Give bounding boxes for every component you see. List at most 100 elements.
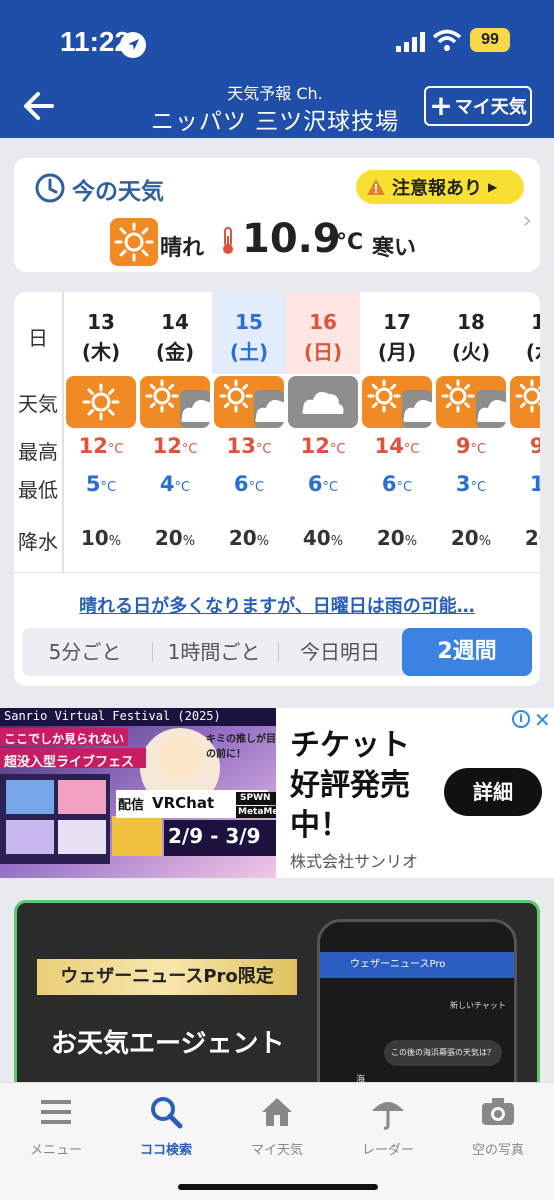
forecast-rain: 10% bbox=[64, 526, 138, 550]
current-weather-card[interactable]: 今の天気 注意報あり ▶ › 晴れ 10.9 °C 寒い bbox=[14, 158, 540, 272]
tab-radar[interactable]: レーダー bbox=[338, 1093, 438, 1163]
forecast-day-column[interactable]: 15 (土) 13°C 6°C 20% bbox=[212, 292, 286, 572]
forecast-rain-value: 20 bbox=[228, 526, 257, 550]
divider bbox=[152, 642, 153, 662]
forecast-high-value: 12 bbox=[78, 434, 108, 458]
forecast-high: 9°C bbox=[434, 434, 508, 458]
forecast-high: 12°C bbox=[286, 434, 360, 458]
forecast-low-value: 6 bbox=[381, 472, 397, 496]
forecast-high-value: 12 bbox=[152, 434, 182, 458]
tab-sky-photos[interactable]: 空の写真 bbox=[448, 1093, 548, 1163]
forecast-date: 18 bbox=[457, 310, 485, 334]
wifi-icon bbox=[432, 29, 462, 51]
tab-search[interactable]: ココ検索 bbox=[116, 1093, 216, 1163]
forecast-low: 6°C bbox=[286, 472, 360, 496]
ad-banner-dates: 2/9 - 3/9 bbox=[168, 824, 261, 848]
unit-label: % bbox=[330, 534, 344, 549]
sun-cloud-icon bbox=[214, 376, 284, 428]
unit-label: °C bbox=[100, 480, 117, 495]
ad-banner-delivery: 配信 bbox=[118, 798, 145, 813]
unit-label: % bbox=[182, 534, 196, 549]
tab-my-weather[interactable]: マイ天気 bbox=[227, 1093, 327, 1163]
forecast-low: 6°C bbox=[212, 472, 286, 496]
current-condition: 晴れ bbox=[160, 236, 205, 261]
forecast-rain-value: 20 bbox=[450, 526, 479, 550]
divider bbox=[14, 572, 540, 573]
forecast-rain-value: 20 bbox=[154, 526, 183, 550]
forecast-row-labels: 日 天気 最高 最低 降水 bbox=[14, 292, 62, 572]
alert-badge[interactable]: 注意報あり ▶ bbox=[356, 170, 524, 204]
ad-close-icon[interactable]: ✕ bbox=[534, 708, 551, 732]
add-my-weather-button[interactable]: + マイ天気 bbox=[424, 86, 532, 126]
forecast-low: 1°C bbox=[508, 472, 540, 496]
sun-cloud-icon bbox=[436, 376, 506, 428]
tab-two-weeks[interactable]: 2週間 bbox=[402, 628, 532, 676]
tab-5min[interactable]: 5分ごと bbox=[22, 628, 148, 676]
tab-menu[interactable]: メニュー bbox=[6, 1093, 106, 1163]
ad-image[interactable]: Sanrio Virtual Festival (2025) ここでしか見られな… bbox=[0, 708, 276, 878]
forecast-summary-link[interactable]: 晴れる日が多くなりますが、日曜日は雨の可能… bbox=[14, 592, 540, 618]
unit-label: °C bbox=[107, 442, 124, 457]
unit-label: % bbox=[478, 534, 492, 549]
feel-description: 寒い bbox=[372, 236, 417, 261]
ad-banner-line1: ここでしか見られない bbox=[4, 732, 125, 746]
forecast-day-column[interactable]: 17 (月) 14°C 6°C 20% bbox=[360, 292, 434, 572]
forecast-day-column[interactable]: 19 (水) 9°C 1°C 20% bbox=[508, 292, 540, 572]
ad-banner-side: キミの推しが目の前に！ bbox=[206, 734, 276, 760]
forecast-high: 9°C bbox=[508, 434, 540, 458]
forecast-rain: 40% bbox=[286, 526, 360, 550]
ad-banner-spwn: SPWN bbox=[240, 793, 271, 803]
sun-cloud-icon bbox=[510, 376, 540, 428]
forecast-day-header: 16 (日) bbox=[286, 292, 360, 374]
app-header: 11:22 99 天気予報 Ch. ニッパツ 三ツ沢球技場 + マイ天気 bbox=[0, 0, 554, 138]
forecast-day-header: 15 (土) bbox=[212, 292, 286, 374]
clock-icon bbox=[35, 173, 65, 203]
umbrella-icon bbox=[372, 1102, 404, 1130]
my-weather-label: マイ天気 bbox=[454, 97, 527, 118]
tab-hourly[interactable]: 1時間ごと bbox=[154, 628, 274, 676]
unit-label: °C bbox=[322, 480, 339, 495]
plus-icon: + bbox=[429, 89, 453, 122]
ad-company: 株式会社サンリオ bbox=[290, 852, 419, 871]
header-subtitle: 天気予報 Ch. bbox=[227, 84, 323, 103]
forecast-rain: 20% bbox=[360, 526, 434, 550]
ad-info-icon[interactable]: i bbox=[512, 710, 530, 728]
signal-icon bbox=[396, 32, 425, 52]
tab-today-tomorrow[interactable]: 今日明日 bbox=[280, 628, 400, 676]
ad-banner[interactable]: Sanrio Virtual Festival (2025) ここでしか見られな… bbox=[0, 708, 554, 878]
forecast-rain: 20% bbox=[508, 526, 540, 550]
alert-label: 注意報あり bbox=[392, 178, 482, 199]
cloudy-icon bbox=[288, 376, 358, 428]
tab-my-weather-label: マイ天気 bbox=[250, 1143, 303, 1158]
forecast-high: 12°C bbox=[138, 434, 212, 458]
forecast-range-selector: 5分ごと 1時間ごと 今日明日 2週間 bbox=[22, 628, 532, 676]
unit-label: % bbox=[404, 534, 418, 549]
forecast-day-header: 13 (木) bbox=[64, 292, 138, 374]
location-arrow-icon bbox=[120, 32, 146, 58]
forecast-high: 14°C bbox=[360, 434, 434, 458]
forecast-low-value: 6 bbox=[307, 472, 323, 496]
sun-cloud-icon bbox=[140, 376, 210, 428]
forecast-day-column[interactable]: 13 (木) 12°C 5°C 10% bbox=[64, 292, 138, 572]
forecast-date: 14 bbox=[161, 310, 189, 334]
sun-cloud-icon bbox=[362, 376, 432, 428]
location-title: ニッパツ 三ツ沢球技場 bbox=[150, 109, 400, 135]
forecast-low: 3°C bbox=[434, 472, 508, 496]
tab-radar-label: レーダー bbox=[361, 1143, 414, 1158]
back-button[interactable] bbox=[18, 88, 58, 124]
forecast-rain-value: 40 bbox=[302, 526, 331, 550]
forecast-date: 19 bbox=[531, 310, 540, 334]
forecast-day-column[interactable]: 16 (日) 12°C 6°C 40% bbox=[286, 292, 360, 572]
forecast-day-column[interactable]: 18 (火) 9°C 3°C 20% bbox=[434, 292, 508, 572]
forecast-day-column[interactable]: 14 (金) 12°C 4°C 20% bbox=[138, 292, 212, 572]
forecast-low-value: 1 bbox=[529, 472, 540, 496]
forecast-weekday: (水) bbox=[525, 340, 540, 364]
camera-icon bbox=[482, 1098, 514, 1125]
forecast-day-header: 17 (月) bbox=[360, 292, 434, 374]
unit-label: °C bbox=[329, 442, 346, 457]
forecast-rain-value: 20 bbox=[376, 526, 405, 550]
forecast-days[interactable]: 13 (木) 12°C 5°C 10% 14 (金) 12°C 4°C 20% 15 (土) 13°C 6… bbox=[64, 292, 540, 572]
bottom-tab-bar: メニュー ココ検索 マイ天気 レーダー 空の写真 bbox=[0, 1082, 554, 1200]
row-label-day: 日 bbox=[28, 326, 48, 350]
ad-detail-button[interactable]: 詳細 bbox=[444, 768, 542, 816]
